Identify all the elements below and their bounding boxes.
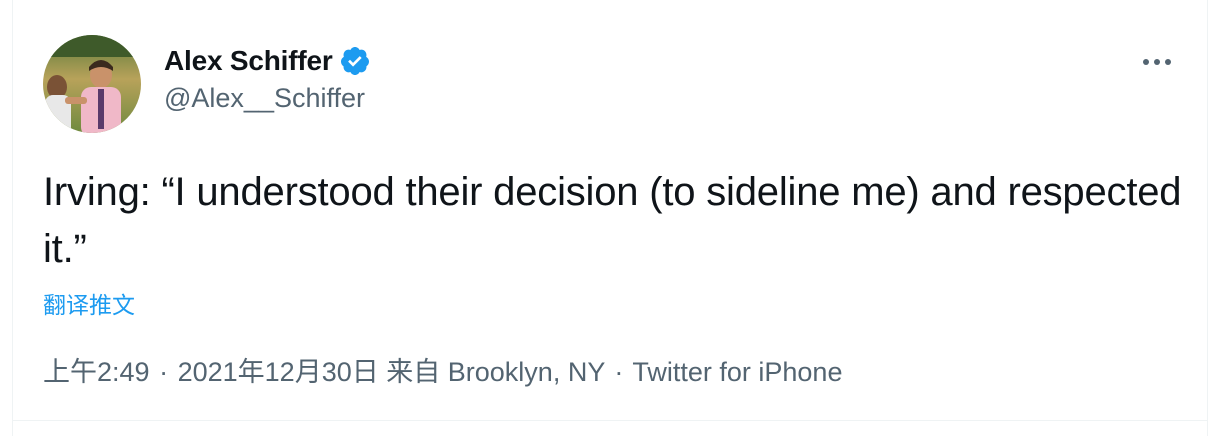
tweet-source[interactable]: Twitter for iPhone — [632, 357, 842, 387]
meta-separator-2: · — [614, 357, 624, 387]
meta-separator: · — [159, 357, 169, 387]
translate-tweet-link[interactable]: 翻译推文 — [43, 286, 135, 320]
tweet-location[interactable]: Brooklyn, NY — [448, 357, 605, 387]
author-handle[interactable]: @Alex__Schiffer — [164, 83, 371, 114]
more-horizontal-icon — [1143, 59, 1171, 65]
tweet-time[interactable]: 上午2:49 — [43, 357, 150, 387]
avatar[interactable] — [43, 35, 141, 133]
avatar-image — [43, 35, 141, 133]
author-names: Alex Schiffer @Alex__Schiffer — [164, 43, 371, 114]
display-name[interactable]: Alex Schiffer — [164, 45, 333, 77]
divider — [13, 420, 1207, 421]
tweet-card: Alex Schiffer @Alex__Schiffer Irving: “I… — [12, 0, 1208, 436]
display-name-row: Alex Schiffer — [164, 43, 371, 79]
location-prefix: 来自 — [386, 357, 441, 387]
more-options-button[interactable] — [1137, 47, 1177, 77]
tweet-header: Alex Schiffer @Alex__Schiffer — [43, 35, 1187, 135]
tweet-date[interactable]: 2021年12月30日 — [178, 357, 379, 387]
verified-badge-icon — [339, 45, 371, 77]
tweet-meta: 上午2:49 · 2021年12月30日 来自 Brooklyn, NY · T… — [43, 350, 842, 389]
tweet-text: Irving: “I understood their decision (to… — [43, 170, 1182, 271]
